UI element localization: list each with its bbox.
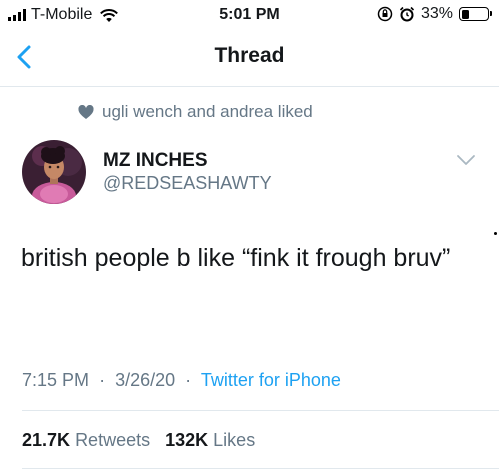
battery-nub — [490, 11, 492, 16]
divider — [22, 410, 499, 411]
retweets-stat[interactable]: 21.7K Retweets — [22, 430, 150, 450]
likes-stat[interactable]: 132K Likes — [165, 430, 255, 450]
status-bar: T-Mobile 5:01 PM 33% — [0, 0, 499, 30]
likes-count: 132K — [165, 430, 209, 450]
battery-icon — [459, 7, 492, 21]
tweet-time: 7:15 PM — [22, 370, 90, 390]
heart-icon — [78, 104, 94, 119]
tweet-stats: 21.7K Retweets 132K Likes — [22, 430, 255, 451]
meta-separator: · — [185, 370, 192, 390]
nav-bar: Thread — [0, 30, 499, 87]
alarm-icon — [399, 6, 415, 22]
tweet-text: british people b like “fink it frough br… — [21, 244, 451, 272]
battery-fill — [461, 9, 470, 19]
orientation-lock-icon — [377, 6, 393, 22]
retweets-count: 21.7K — [22, 430, 71, 450]
author-name[interactable]: MZ INCHES — [103, 150, 208, 172]
tweet-date: 3/26/20 — [115, 370, 176, 390]
divider — [22, 468, 499, 469]
status-right: 33% — [377, 5, 492, 23]
stray-dot — [494, 232, 497, 235]
tweet-source-link[interactable]: Twitter for iPhone — [201, 370, 341, 390]
meta-separator: · — [99, 370, 106, 390]
tweet-meta: 7:15 PM · 3/26/20 · Twitter for iPhone — [22, 370, 341, 391]
retweets-label: Retweets — [75, 430, 151, 450]
avatar[interactable] — [22, 140, 86, 204]
social-context[interactable]: ugli wench and andrea liked — [78, 102, 313, 122]
author-handle[interactable]: @REDSEASHAWTY — [103, 173, 272, 194]
likes-label: Likes — [213, 430, 256, 450]
social-context-text: ugli wench and andrea liked — [102, 102, 313, 121]
chevron-down-icon[interactable] — [456, 154, 476, 166]
page-title: Thread — [214, 44, 285, 67]
battery-percent: 33% — [420, 5, 453, 22]
